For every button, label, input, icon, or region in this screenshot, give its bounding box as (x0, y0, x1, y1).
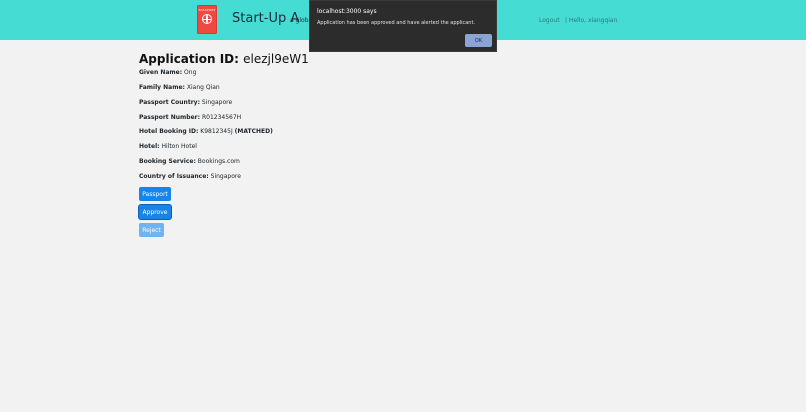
globe-icon (202, 14, 212, 24)
field-label: Given Name: (139, 69, 183, 76)
page-title: Application ID: elezjl9eW1 (139, 52, 309, 66)
passport-number-row: Passport Number: R01234567H (139, 114, 241, 121)
field-value: R01234567H (201, 114, 242, 121)
application-id-value: elezjl9eW1 (243, 52, 309, 66)
field-label: Passport Country: (139, 99, 200, 106)
field-label: Family Name: (139, 84, 185, 91)
reject-button[interactable]: Reject (139, 223, 164, 237)
passport-country-row: Passport Country: Singapore (139, 99, 232, 106)
logout-link[interactable]: Logout (539, 17, 560, 24)
passport-button[interactable]: Passport (139, 187, 171, 201)
passport-logo-icon[interactable]: PASSPORT (197, 5, 217, 34)
application-id-label: Application ID: (139, 52, 239, 66)
dialog-title: localhost:3000 says (317, 8, 377, 15)
approve-button[interactable]: Approve (139, 205, 171, 219)
field-value: K9812345J (200, 128, 233, 135)
field-value: Ong (184, 69, 197, 76)
field-value: Bookings.com (197, 158, 240, 165)
field-label: Booking Service: (139, 158, 196, 165)
family-name-row: Family Name: Xiang Qian (139, 84, 220, 91)
field-label: Hotel Booking ID: (139, 128, 199, 135)
country-of-issuance-row: Country of Issuance: Singapore (139, 173, 241, 180)
hotel-booking-id-row: Hotel Booking ID: K9812345J (MATCHED) (139, 128, 273, 135)
match-status: (MATCHED) (234, 128, 273, 135)
booking-service-row: Booking Service: Bookings.com (139, 158, 240, 165)
field-label: Hotel: (139, 143, 160, 150)
field-label: Country of Issuance: (139, 173, 209, 180)
dialog-ok-button[interactable]: OK (465, 34, 492, 47)
dialog-message: Application has been approved and have a… (317, 20, 476, 26)
field-value: Hilton Hotel (161, 143, 197, 150)
user-greeting: | Hello, xiangqian (565, 17, 618, 24)
field-value: Singapore (201, 99, 233, 106)
logo-label: PASSPORT (198, 8, 216, 12)
hotel-row: Hotel: Hilton Hotel (139, 143, 197, 150)
field-value: Singapore (210, 173, 241, 180)
field-value: Xiang Qian (186, 84, 220, 91)
given-name-row: Given Name: Ong (139, 69, 196, 76)
field-label: Passport Number: (139, 114, 201, 121)
alert-dialog: localhost:3000 says Application has been… (309, 0, 497, 52)
